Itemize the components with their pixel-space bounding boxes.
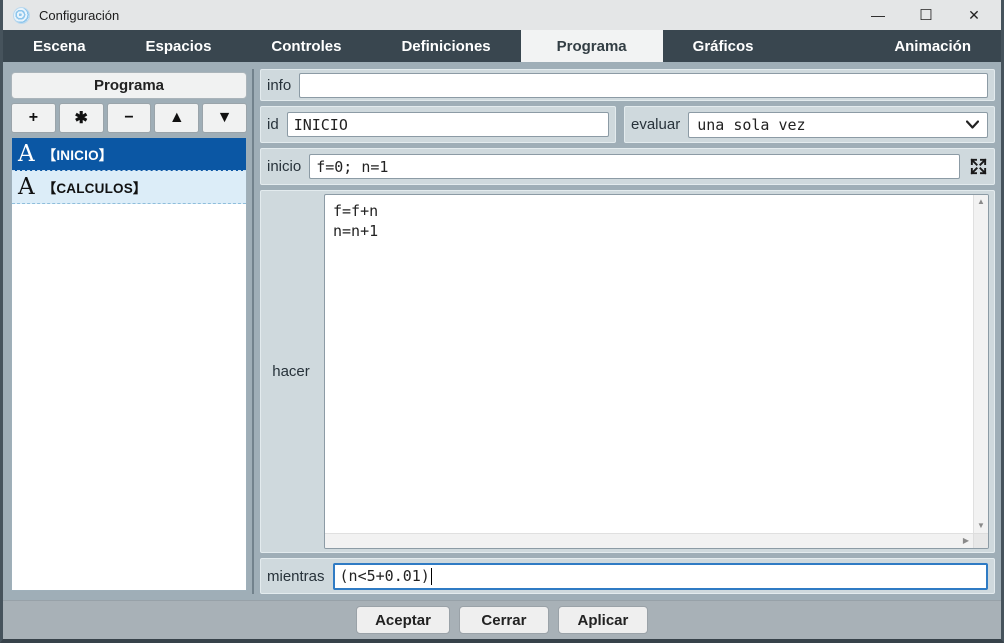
scroll-right-icon[interactable]: ▶ — [963, 537, 969, 545]
tab-graficos[interactable]: Gráficos — [663, 30, 784, 62]
tab-animacion[interactable]: Animación — [864, 30, 1001, 62]
algorithm-type-icon: A — [18, 176, 35, 199]
add-program-button[interactable]: + — [11, 103, 56, 133]
vertical-scrollbar[interactable]: ▲ ▼ — [973, 195, 988, 533]
program-list-panel: Programa + ✱ − ▲ ▼ A 【INICIO】 A 【CALCULO… — [8, 69, 254, 594]
window-title: Configuración — [39, 8, 119, 23]
mientras-value: (n<5+0.01) — [340, 567, 430, 585]
mientras-row: mientras (n<5+0.01) — [260, 558, 995, 594]
evaluar-select[interactable]: una sola vez — [688, 112, 988, 138]
info-input[interactable] — [299, 73, 988, 98]
tab-escena[interactable]: Escena — [3, 30, 116, 62]
id-evaluar-row: id evaluar una sola vez — [260, 106, 995, 143]
scroll-down-icon[interactable]: ▼ — [977, 522, 985, 530]
evaluar-selected-value: una sola vez — [697, 116, 966, 134]
content-area: Programa + ✱ − ▲ ▼ A 【INICIO】 A 【CALCULO… — [3, 62, 1001, 600]
hacer-row: hacer f=f+n n=n+1 ▲ ▼ ▶ — [260, 190, 995, 553]
scroll-up-icon[interactable]: ▲ — [977, 198, 985, 206]
tab-programa[interactable]: Programa — [521, 30, 663, 62]
program-list-header: Programa — [11, 72, 247, 99]
close-dialog-button[interactable]: Cerrar — [459, 606, 549, 634]
horizontal-scrollbar[interactable]: ▶ — [325, 533, 973, 548]
mientras-input[interactable]: (n<5+0.01) — [333, 563, 988, 590]
inicio-row: inicio — [260, 148, 995, 185]
mientras-label: mientras — [267, 568, 325, 585]
id-label: id — [267, 116, 279, 133]
program-list-toolbar: + ✱ − ▲ ▼ — [11, 103, 247, 133]
apply-button[interactable]: Aplicar — [558, 606, 648, 634]
evaluar-label: evaluar — [631, 116, 680, 133]
hacer-editor: f=f+n n=n+1 ▲ ▼ ▶ — [324, 194, 989, 549]
text-caret — [431, 568, 433, 585]
tab-definiciones[interactable]: Definiciones — [371, 30, 520, 62]
list-item-label: 【CALCULOS】 — [43, 177, 147, 197]
hacer-textarea[interactable]: f=f+n n=n+1 — [325, 195, 973, 533]
info-label: info — [267, 77, 291, 94]
duplicate-program-button[interactable]: ✱ — [59, 103, 104, 133]
accept-button[interactable]: Aceptar — [356, 606, 450, 634]
scrollbar-corner — [973, 533, 988, 548]
footer-bar: Aceptar Cerrar Aplicar — [3, 600, 1001, 639]
chevron-down-icon — [966, 120, 979, 129]
configuration-window: Configuración — ☐ ✕ Escena Espacios Cont… — [0, 0, 1004, 643]
id-box: id — [260, 106, 616, 143]
inicio-input[interactable] — [309, 154, 960, 179]
app-icon — [13, 7, 30, 24]
hacer-label: hacer — [272, 363, 310, 380]
minimize-button[interactable]: — — [861, 2, 895, 28]
inicio-label: inicio — [267, 158, 301, 175]
titlebar: Configuración — ☐ ✕ — [3, 0, 1001, 30]
close-button[interactable]: ✕ — [957, 2, 991, 28]
tab-controles[interactable]: Controles — [241, 30, 371, 62]
tab-espacios[interactable]: Espacios — [116, 30, 242, 62]
maximize-button[interactable]: ☐ — [909, 2, 943, 28]
list-item-inicio[interactable]: A 【INICIO】 — [12, 138, 246, 171]
program-list: A 【INICIO】 A 【CALCULOS】 — [11, 137, 247, 591]
window-controls: — ☐ ✕ — [861, 2, 991, 28]
list-item-label: 【INICIO】 — [43, 144, 113, 164]
id-input[interactable] — [287, 112, 609, 137]
info-row: info — [260, 69, 995, 101]
remove-program-button[interactable]: − — [107, 103, 152, 133]
list-item-calculos[interactable]: A 【CALCULOS】 — [12, 171, 246, 204]
move-up-button[interactable]: ▲ — [154, 103, 199, 133]
algorithm-type-icon: A — [18, 143, 35, 166]
tab-bar: Escena Espacios Controles Definiciones P… — [3, 30, 1001, 62]
move-down-button[interactable]: ▼ — [202, 103, 247, 133]
expand-icon[interactable] — [968, 156, 988, 178]
evaluar-box: evaluar una sola vez — [624, 106, 995, 143]
program-form: info id evaluar una sola vez — [260, 69, 995, 594]
